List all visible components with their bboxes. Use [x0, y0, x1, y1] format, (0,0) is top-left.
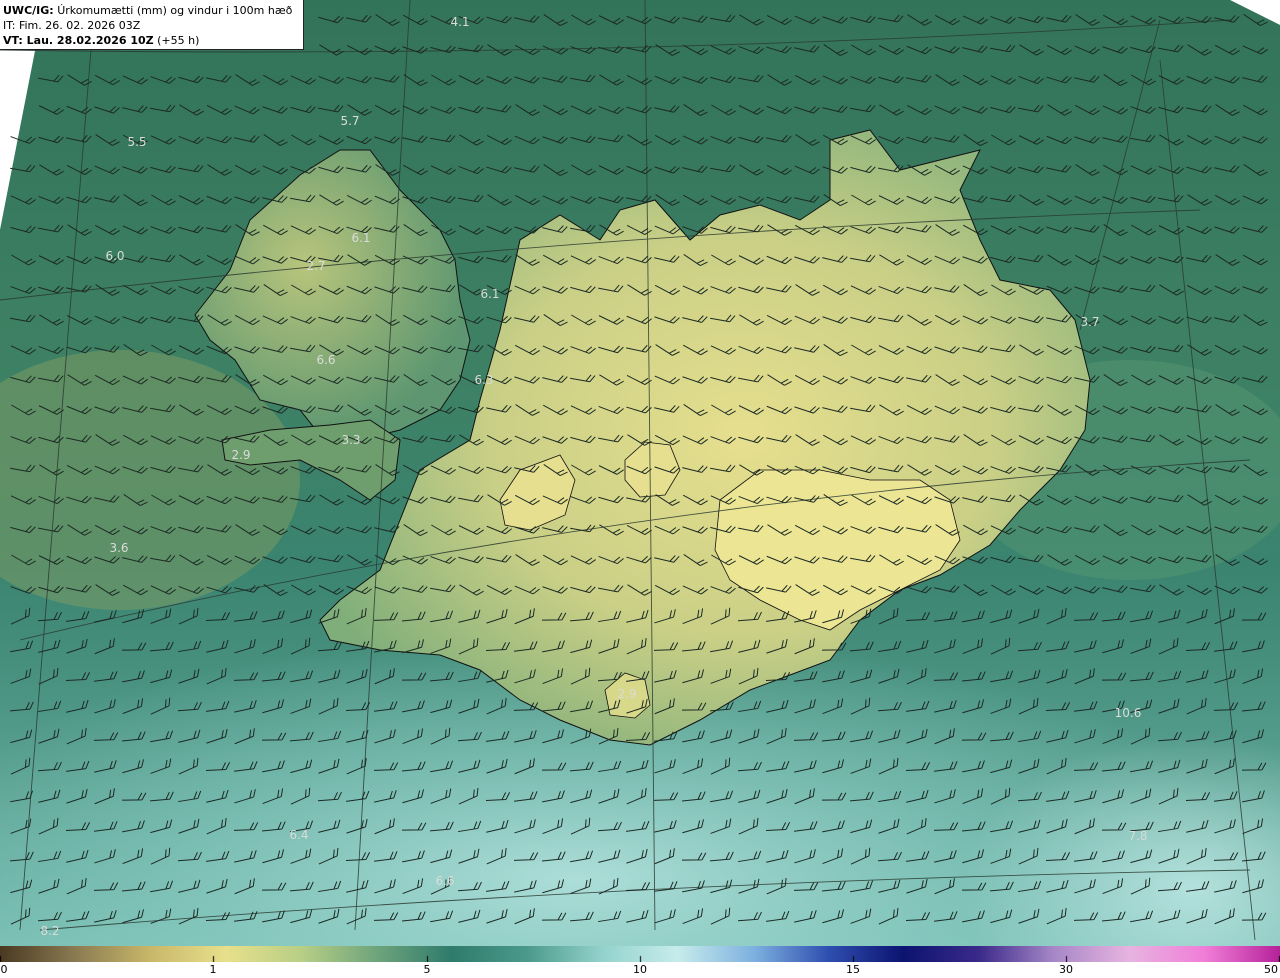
colorbar-tick-0: 0 — [0, 963, 8, 976]
map-title-box: UWC/IG: Úrkomumætti (mm) og vindur i 100… — [0, 0, 304, 50]
colorbar-tick-1: 1 — [209, 963, 217, 976]
colorbar-tick-15: 15 — [846, 963, 860, 976]
map-value-label: 6.6 — [316, 353, 335, 367]
colorbar-tick-30: 30 — [1059, 963, 1073, 976]
model-prefix: UWC/IG: — [3, 4, 54, 17]
map-value-label: 5.7 — [340, 114, 359, 128]
map-value-label: 5.5 — [127, 135, 146, 149]
map-value-label: 3.3 — [341, 433, 360, 447]
colorbar-tick-50: 50 — [1264, 963, 1278, 976]
map-title: Úrkomumætti (mm) og vindur i 100m hæð — [57, 4, 293, 17]
map-value-label: 3.6 — [109, 541, 128, 555]
map-value-label: 6.1 — [351, 231, 370, 245]
map-value-label: 6.4 — [289, 828, 308, 842]
map-value-label: 2.7 — [306, 259, 325, 273]
map-value-label: 4.1 — [450, 15, 469, 29]
forecast-offset: (+55 h) — [157, 34, 200, 47]
map-value-label: 2.9 — [617, 687, 636, 701]
map-value-label: 3.7 — [1080, 315, 1099, 329]
colorbar-gradient — [0, 946, 1280, 962]
map-value-label: 6.6 — [435, 874, 454, 888]
map-value-label: 7.8 — [1128, 829, 1147, 843]
map-value-label: 8.2 — [40, 924, 59, 938]
colorbar-tick-5: 5 — [423, 963, 431, 976]
valid-time: VT: Lau. 28.02.2026 10Z — [3, 34, 154, 47]
map-value-label: 10.6 — [1115, 706, 1142, 720]
init-time: IT: Fim. 26. 02. 2026 03Z — [3, 19, 141, 32]
colorbar: 0 1 5 10 15 30 50 — [0, 946, 1280, 978]
forecast-map: 4.1 5.7 5.5 6.1 6.0 2.7 6.1 3.7 6.6 6.3 3.3 2.9 3.6 2… — [0, 0, 1280, 946]
map-value-label: 6.3 — [474, 373, 493, 387]
map-value-label: 6.0 — [105, 249, 124, 263]
map-value-label: 2.9 — [231, 448, 250, 462]
colorbar-tick-10: 10 — [633, 963, 647, 976]
map-value-label: 6.1 — [480, 287, 499, 301]
